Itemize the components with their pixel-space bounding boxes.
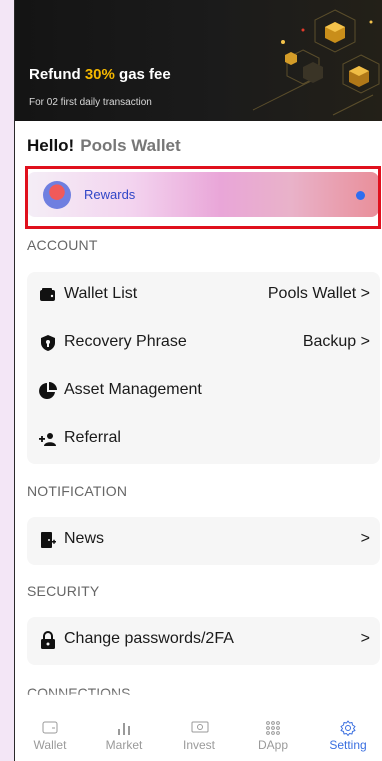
- nav-wallet-label: Wallet: [33, 738, 67, 752]
- apps-grid-icon: [266, 721, 280, 735]
- section-notification: NOTIFICATION: [27, 483, 128, 499]
- greeting-hello: Hello!: [27, 136, 75, 155]
- referral-label: Referral: [64, 429, 121, 446]
- recovery-phrase-label: Recovery Phrase: [64, 333, 187, 350]
- nav-dapp-label: DApp: [257, 738, 289, 752]
- greeting-wallet-name: Pools Wallet: [80, 136, 181, 155]
- promo-banner[interactable]: Refund 30% gas fee For 02 first daily tr…: [15, 0, 382, 121]
- chevron-right-icon: >: [360, 333, 370, 350]
- nav-market[interactable]: Market: [89, 716, 159, 761]
- wallet-list-value: Pools Wallet >: [267, 285, 370, 302]
- settings-screen: Refund 30% gas fee For 02 first daily tr…: [14, 0, 382, 761]
- notification-dot: [356, 191, 365, 200]
- chevron-right-icon: >: [360, 630, 370, 647]
- cash-icon: [191, 721, 209, 733]
- lock-icon: [41, 631, 55, 649]
- wallet-icon: [40, 288, 55, 301]
- shield-icon: [41, 335, 55, 351]
- nav-market-label: Market: [105, 738, 143, 752]
- banner-subtitle: For 02 first daily transaction: [29, 97, 152, 108]
- asset-management-label: Asset Management: [64, 381, 202, 398]
- bottom-navigation: Wallet Market Invest DApp Setting: [15, 716, 382, 761]
- nav-dapp[interactable]: DApp: [238, 716, 308, 761]
- banner-title: Refund 30% gas fee: [29, 66, 171, 83]
- recovery-phrase-row[interactable]: Recovery Phrase Backup >: [27, 320, 380, 366]
- nav-invest[interactable]: Invest: [164, 716, 234, 761]
- gift-icon: [43, 181, 71, 209]
- nav-setting[interactable]: Setting: [313, 716, 382, 761]
- section-security: SECURITY: [27, 583, 100, 599]
- section-account: ACCOUNT: [27, 237, 98, 253]
- news-row[interactable]: News >: [27, 517, 380, 563]
- banner-title-highlight: 30%: [84, 66, 115, 83]
- wallet-icon: [42, 721, 58, 734]
- greeting: Hello! Pools Wallet: [27, 136, 181, 156]
- nav-setting-label: Setting: [329, 738, 367, 752]
- account-card: Wallet List Pools Wallet > Recovery Phra…: [27, 272, 380, 464]
- security-card: Change passwords/2FA >: [27, 617, 380, 665]
- gear-icon: [340, 720, 356, 736]
- crypto-cubes-illustration: [252, 9, 380, 116]
- notification-card: News >: [27, 517, 380, 565]
- nav-wallet[interactable]: Wallet: [15, 716, 85, 761]
- change-password-row[interactable]: Change passwords/2FA >: [27, 617, 380, 663]
- add-users-icon: [39, 433, 56, 446]
- asset-management-row[interactable]: Asset Management: [27, 368, 380, 414]
- news-label: News: [64, 530, 105, 547]
- referral-row[interactable]: Referral: [27, 416, 380, 462]
- recovery-phrase-value: Backup >: [302, 333, 370, 350]
- chevron-right-icon: >: [360, 285, 370, 302]
- pie-chart-icon: [39, 382, 57, 399]
- rewards-label: Rewards: [84, 187, 136, 202]
- news-icon: [41, 532, 56, 548]
- rewards-button[interactable]: Rewards: [27, 172, 379, 217]
- wallet-list-row[interactable]: Wallet List Pools Wallet >: [27, 272, 380, 318]
- change-password-label: Change passwords/2FA: [64, 630, 234, 647]
- scroll-fade: [15, 690, 382, 716]
- chevron-right-icon: >: [360, 530, 370, 547]
- wallet-list-label: Wallet List: [64, 285, 138, 302]
- bar-chart-icon: [118, 723, 130, 735]
- nav-invest-label: Invest: [182, 738, 215, 752]
